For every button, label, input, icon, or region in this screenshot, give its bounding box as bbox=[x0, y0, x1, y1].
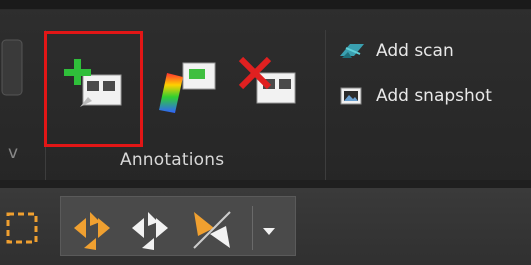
color-annotation-button[interactable] bbox=[153, 55, 223, 125]
add-scan-label: Add scan bbox=[376, 41, 454, 61]
group-separator bbox=[325, 30, 326, 180]
half-orange-arrows-button[interactable] bbox=[190, 208, 234, 252]
color-annotation-icon bbox=[159, 62, 216, 113]
dropdown-arrow-icon bbox=[263, 228, 275, 235]
partial-group-label: v bbox=[8, 143, 19, 163]
selection-box-icon bbox=[6, 212, 38, 244]
half-orange-arrows-icon bbox=[193, 211, 231, 249]
partial-tool-icon[interactable] bbox=[0, 25, 40, 115]
add-snapshot-label: Add snapshot bbox=[376, 86, 492, 106]
delete-annotation-button[interactable] bbox=[235, 55, 305, 125]
add-snapshot-button[interactable]: Add snapshot bbox=[338, 83, 492, 109]
selection-box-button[interactable] bbox=[4, 208, 48, 252]
toolbar-separator bbox=[252, 206, 253, 250]
snapshot-icon bbox=[340, 87, 362, 105]
ribbon-bottom-border bbox=[0, 180, 531, 188]
orange-collapse-arrows-button[interactable] bbox=[70, 208, 114, 252]
partial-ribbon-group: v bbox=[0, 25, 40, 180]
delete-annotation-icon bbox=[238, 56, 296, 104]
annotations-group-label: Annotations bbox=[120, 150, 225, 170]
title-strip bbox=[0, 0, 531, 10]
scan-icon bbox=[340, 44, 364, 58]
toolbar-dropdown-button[interactable] bbox=[258, 208, 282, 252]
white-collapse-arrows-icon bbox=[132, 212, 168, 250]
add-annotation-highlight bbox=[44, 31, 143, 147]
orange-collapse-arrows-icon bbox=[74, 212, 110, 250]
white-collapse-arrows-button[interactable] bbox=[128, 208, 172, 252]
add-scan-button[interactable]: Add scan bbox=[338, 38, 454, 64]
